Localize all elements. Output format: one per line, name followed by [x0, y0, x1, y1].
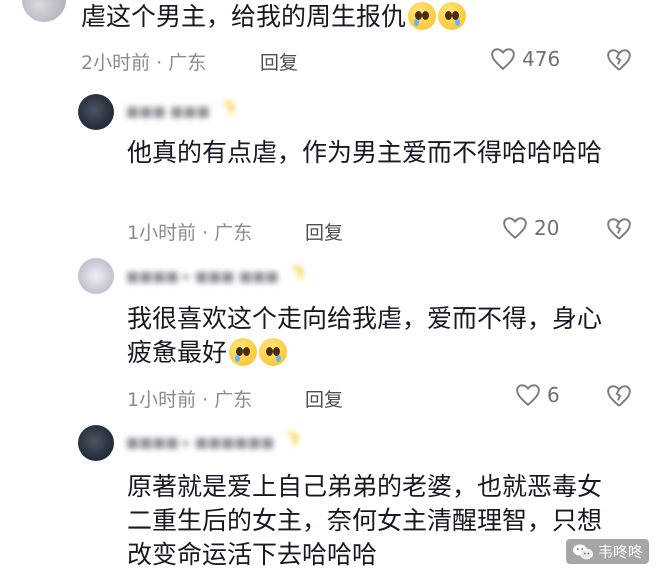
reply-button[interactable]: 回复: [305, 218, 343, 245]
crying-face-emoji-icon: [408, 2, 437, 30]
like-button[interactable]: 6: [515, 383, 560, 407]
avatar[interactable]: [22, 0, 66, 22]
reply-button[interactable]: 回复: [260, 48, 298, 75]
username-blurred: ■■■■ ▸ ■■■■■■: [126, 434, 294, 451]
broken-heart-icon[interactable]: [606, 217, 632, 241]
comment-meta: 2小时前 · 广东: [81, 52, 207, 74]
like-count: 20: [534, 216, 560, 240]
username-blurred: ■■■ ■■■: [126, 103, 230, 120]
crying-face-emoji-icon: [229, 338, 258, 366]
avatar[interactable]: [78, 258, 114, 294]
crying-face-emoji-icon: [438, 2, 467, 30]
broken-heart-icon[interactable]: [606, 384, 632, 408]
broken-heart-icon[interactable]: [606, 48, 632, 72]
comment-text: 原著就是爱上自己弟弟的老婆，也就恶毒女二重生后的女主，奈何女主清醒理智，只想改变…: [127, 472, 603, 569]
comment-text: 我很喜欢这个走向给我虐，爱而不得，身心疲惫最好: [127, 304, 603, 367]
moon-icon: [216, 103, 230, 117]
moon-icon: [280, 434, 294, 448]
like-count: 476: [522, 47, 561, 71]
moon-icon: [285, 268, 299, 282]
heart-outline-icon: [516, 384, 540, 407]
heart-outline-icon: [491, 48, 515, 71]
username-blurred: ■■■■ ▸ ■■■ ■■■: [126, 268, 299, 285]
wechat-icon: [572, 544, 593, 559]
reply-button[interactable]: 回复: [305, 385, 343, 412]
heart-outline-icon: [503, 217, 527, 240]
like-button[interactable]: 20: [502, 216, 559, 240]
comment-text: 虐这个男主，给我的周生报仇: [81, 0, 641, 34]
avatar[interactable]: [78, 425, 114, 461]
crying-face-emoji-icon: [259, 338, 288, 366]
watermark: 韦咚咚: [565, 539, 649, 564]
comment-meta: 1小时前 · 广东: [127, 389, 253, 411]
watermark-text: 韦咚咚: [597, 543, 643, 561]
avatar[interactable]: [78, 94, 114, 130]
like-count: 6: [547, 383, 560, 407]
like-button[interactable]: 476: [490, 47, 560, 71]
comment-text: 他真的有点虐，作为男主爱而不得哈哈哈哈: [127, 138, 603, 167]
comment-meta: 1小时前 · 广东: [127, 222, 253, 244]
